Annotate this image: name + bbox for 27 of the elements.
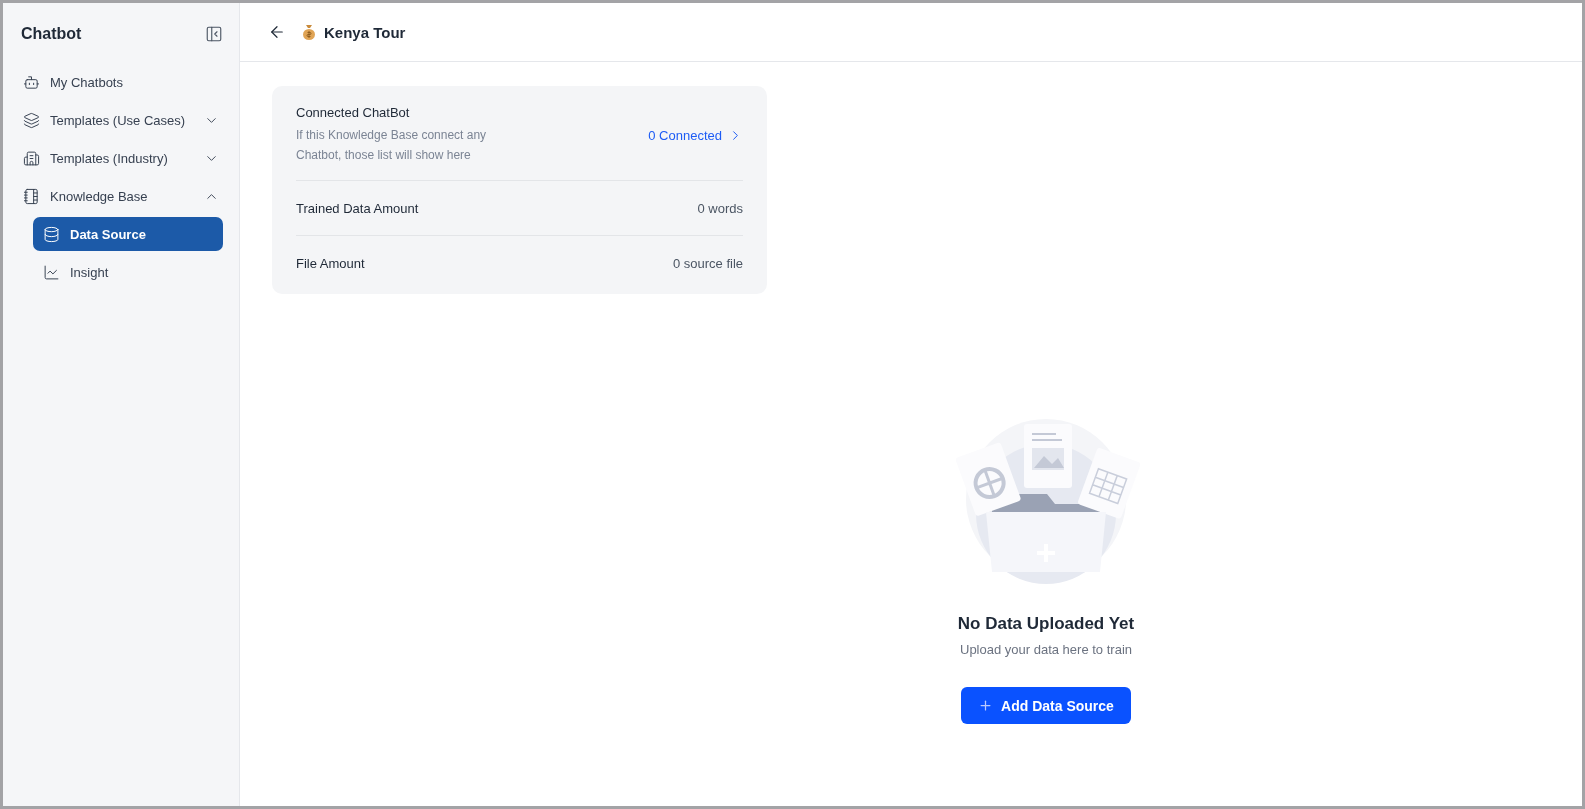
sidebar-subitem[interactable]: Data Source <box>33 217 223 251</box>
money-bag-icon <box>302 24 316 40</box>
connected-link[interactable]: 0 Connected <box>648 127 743 143</box>
summary-label: File Amount <box>296 255 365 271</box>
sidebar-item-icon <box>43 263 60 281</box>
sidebar-item[interactable]: Templates (Use Cases) <box>19 103 223 137</box>
sidebar-item-icon <box>23 187 40 205</box>
empty-title: No Data Uploaded Yet <box>957 614 1135 634</box>
sidebar-item-icon <box>23 111 40 129</box>
summary-value: 0 words <box>697 200 743 216</box>
page-title: Kenya Tour <box>324 23 406 41</box>
sidebar-item[interactable]: Knowledge Base <box>19 179 223 213</box>
add-data-source-button[interactable]: Add Data Source <box>961 687 1131 724</box>
sidebar-subitem[interactable]: Insight <box>33 255 223 289</box>
sidebar-title: Chatbot <box>21 25 82 43</box>
summary-label: Trained Data Amount <box>296 200 419 216</box>
summary-value: 0 source file <box>672 255 743 271</box>
summary-description: If this Knowledge Base connect any Chatbot, those list will show here <box>296 127 488 164</box>
summary-label: Connected ChatBot <box>296 105 411 120</box>
sidebar-item-icon <box>23 149 40 167</box>
collapse-sidebar-icon[interactable] <box>205 25 223 43</box>
empty-subtitle: Upload your data here to train <box>960 642 1132 657</box>
sidebar-item-icon <box>23 73 40 91</box>
sidebar-item[interactable]: Templates (Industry) <box>19 141 223 175</box>
plus-icon <box>978 698 994 713</box>
sidebar-item-icon <box>43 225 60 243</box>
sidebar-item[interactable]: My Chatbots <box>19 65 223 99</box>
